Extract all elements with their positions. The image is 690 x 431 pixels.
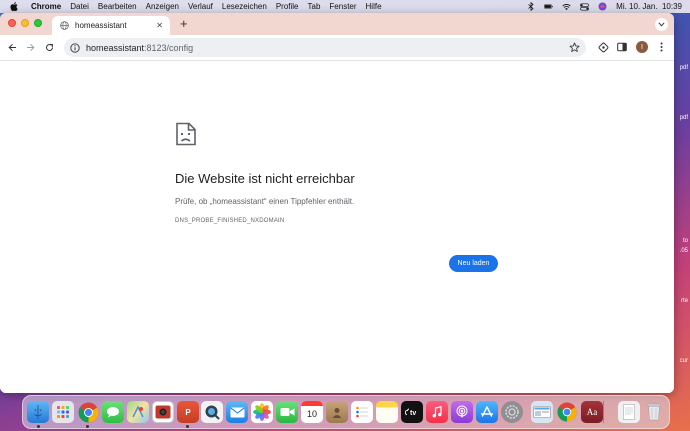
control-center-icon[interactable]: [580, 2, 590, 11]
desktop-file-label: cur: [679, 358, 688, 364]
profile-avatar[interactable]: I: [636, 41, 648, 53]
messages-icon[interactable]: [102, 401, 124, 423]
tab-search-button[interactable]: [655, 18, 668, 31]
finder-icon[interactable]: [27, 401, 49, 423]
error-code: DNS_PROBE_FINISHED_NXDOMAIN: [175, 218, 285, 224]
bookmark-star-icon[interactable]: [569, 42, 580, 53]
trash-icon[interactable]: [643, 401, 665, 423]
reminders-icon[interactable]: [351, 401, 373, 423]
chrome-second-dock-icon[interactable]: [556, 401, 578, 423]
menu-datei[interactable]: Datei: [70, 2, 89, 11]
reload-icon: [46, 43, 54, 51]
notes-icon[interactable]: [376, 401, 398, 423]
desktop-file-label: to: [682, 238, 688, 244]
contacts-icon[interactable]: [326, 401, 348, 423]
dictionary-icon[interactable]: Aa: [581, 401, 603, 423]
chrome-window: homeassistant ✕ + homeassistant:8123/con…: [0, 13, 674, 393]
photos-icon[interactable]: [251, 401, 273, 423]
battery-icon[interactable]: [544, 2, 553, 11]
desktop-file-label: pdf: [679, 115, 688, 121]
system-preferences-icon[interactable]: [501, 401, 523, 423]
facetime-icon[interactable]: [276, 401, 298, 423]
menu-bearbeiten[interactable]: Bearbeiten: [98, 2, 137, 11]
close-window-button[interactable]: [8, 19, 16, 27]
desktop-file-label: rte: [680, 298, 688, 304]
side-panel-icon: [617, 42, 627, 52]
siri-icon[interactable]: [598, 2, 607, 11]
menu-verlauf[interactable]: Verlauf: [188, 2, 213, 11]
vertical-dots-icon: [660, 42, 662, 52]
dock-separator: [603, 401, 604, 423]
close-tab-icon[interactable]: ✕: [156, 21, 163, 30]
site-info-icon[interactable]: [70, 42, 80, 53]
reload-page-button[interactable]: Neu laden: [449, 255, 498, 272]
globe-icon: [60, 21, 69, 30]
address-bar[interactable]: homeassistant:8123/config: [64, 38, 586, 57]
window-controls: [8, 19, 42, 27]
quicktime-icon[interactable]: [201, 401, 223, 423]
wifi-icon[interactable]: [562, 2, 571, 11]
mail-icon[interactable]: [226, 401, 248, 423]
music-icon[interactable]: [426, 401, 448, 423]
arrow-right-icon: [27, 43, 35, 52]
menu-app-chrome[interactable]: Chrome: [31, 2, 61, 11]
menu-tab[interactable]: Tab: [308, 2, 321, 11]
calendar-icon[interactable]: 10: [301, 401, 323, 423]
menu-hilfe[interactable]: Hilfe: [366, 2, 382, 11]
back-button[interactable]: [7, 42, 18, 53]
menu-profile[interactable]: Profile: [276, 2, 299, 11]
powerpoint-icon[interactable]: P: [177, 401, 199, 423]
macos-dock: P 10 tv Aa: [22, 395, 670, 429]
arrow-left-icon: [8, 43, 16, 52]
tab-title: homeassistant: [75, 21, 127, 30]
bluetooth-icon[interactable]: [526, 2, 535, 11]
desktop-file-label: pdf: [679, 65, 688, 71]
more-menu-button[interactable]: [655, 41, 667, 53]
running-indicator: [86, 425, 89, 428]
menu-fenster[interactable]: Fenster: [329, 2, 356, 11]
extension-button[interactable]: [597, 41, 609, 53]
photo-booth-icon[interactable]: [152, 401, 174, 423]
screenshot-preview-icon[interactable]: [531, 401, 553, 423]
menubar-datetime[interactable]: Mi. 10. Jan. 10:39: [616, 2, 682, 11]
menu-lesezeichen[interactable]: Lesezeichen: [222, 2, 267, 11]
tab-strip: homeassistant ✕ +: [0, 13, 674, 35]
menu-anzeigen[interactable]: Anzeigen: [146, 2, 179, 11]
new-tab-button[interactable]: +: [180, 16, 188, 31]
forward-button[interactable]: [25, 42, 36, 53]
error-subtitle: Prüfe, ob „homeassistant“ einen Tippfehl…: [175, 197, 355, 206]
browser-toolbar: homeassistant:8123/config I: [0, 35, 674, 61]
url-path: :8123/config: [144, 42, 194, 53]
app-store-icon[interactable]: [476, 401, 498, 423]
side-panel-button[interactable]: [616, 41, 628, 53]
podcasts-icon[interactable]: [451, 401, 473, 423]
macos-menubar: Chrome Datei Bearbeiten Anzeigen Verlauf…: [0, 0, 690, 13]
url-host: homeassistant: [86, 42, 145, 53]
downloads-stack-icon[interactable]: [618, 401, 640, 423]
apple-icon[interactable]: [10, 2, 19, 12]
fullscreen-window-button[interactable]: [34, 19, 42, 27]
sad-document-icon: [176, 122, 196, 146]
running-indicator: [186, 425, 189, 428]
error-page: Die Website ist nicht erreichbar Prüfe, …: [0, 61, 674, 393]
minimize-window-button[interactable]: [21, 19, 29, 27]
launchpad-icon[interactable]: [52, 401, 74, 423]
maps-icon[interactable]: [127, 401, 149, 423]
calendar-header: [301, 401, 323, 406]
reload-button[interactable]: [44, 42, 55, 53]
extension-icon: [598, 42, 608, 52]
calendar-day: 10: [306, 409, 317, 419]
apple-tv-icon[interactable]: tv: [401, 401, 423, 423]
svg-text:tv: tv: [410, 410, 416, 416]
menubar-status: Mi. 10. Jan. 10:39: [526, 0, 682, 13]
chevron-down-icon: [658, 22, 665, 27]
tab-homeassistant[interactable]: homeassistant ✕: [52, 16, 170, 35]
error-title: Die Website ist nicht erreichbar: [175, 171, 355, 186]
desktop-file-label: .05: [679, 248, 688, 254]
chrome-dock-icon[interactable]: [77, 401, 99, 423]
running-indicator: [37, 425, 40, 428]
